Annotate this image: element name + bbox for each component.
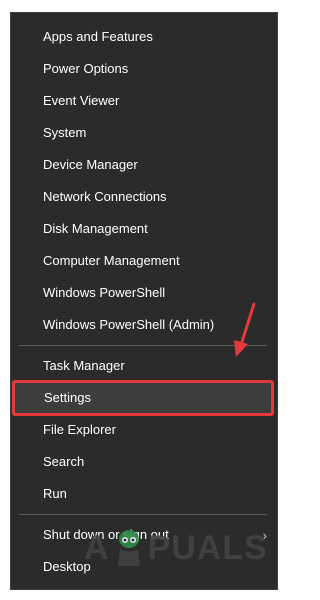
menu-item-label: Computer Management	[43, 253, 180, 268]
menu-item-windows-powershell-admin[interactable]: Windows PowerShell (Admin)	[11, 309, 277, 341]
menu-item-label: Power Options	[43, 61, 129, 76]
menu-item-label: Network Connections	[43, 189, 167, 204]
menu-item-file-explorer[interactable]: File Explorer	[11, 414, 277, 446]
menu-item-label: Disk Management	[43, 221, 148, 236]
menu-item-event-viewer[interactable]: Event Viewer	[11, 85, 277, 117]
menu-item-label: Run	[43, 486, 67, 501]
menu-item-label: Device Manager	[43, 157, 138, 172]
menu-item-label: Windows PowerShell	[43, 285, 166, 300]
menu-separator	[19, 345, 267, 346]
watermark-mascot-icon	[117, 530, 140, 566]
menu-item-run[interactable]: Run	[11, 478, 277, 510]
menu-item-label: Windows PowerShell (Admin)	[43, 317, 215, 332]
menu-item-apps-and-features[interactable]: Apps and Features	[11, 21, 277, 53]
watermark-text-left: A	[84, 529, 110, 567]
menu-item-power-options[interactable]: Power Options	[11, 53, 277, 85]
watermark-text-right: PUALS	[147, 529, 268, 567]
menu-item-search[interactable]: Search	[11, 446, 277, 478]
menu-item-settings[interactable]: Settings	[12, 380, 274, 416]
menu-item-windows-powershell[interactable]: Windows PowerShell	[11, 277, 277, 309]
menu-item-label: Search	[43, 454, 85, 469]
menu-item-task-manager[interactable]: Task Manager	[11, 350, 277, 382]
menu-item-label: Task Manager	[43, 358, 125, 373]
menu-item-computer-management[interactable]: Computer Management	[11, 245, 277, 277]
menu-item-network-connections[interactable]: Network Connections	[11, 181, 277, 213]
appuals-watermark: A PUALS	[84, 526, 268, 570]
screenshot-canvas: Apps and Features Power Options Event Vi…	[0, 0, 285, 600]
menu-item-label: Event Viewer	[43, 93, 120, 108]
menu-item-device-manager[interactable]: Device Manager	[11, 149, 277, 181]
menu-item-system[interactable]: System	[11, 117, 277, 149]
menu-item-label: System	[43, 125, 87, 140]
winx-context-menu: Apps and Features Power Options Event Vi…	[10, 12, 278, 590]
menu-separator	[19, 514, 267, 515]
menu-item-label: File Explorer	[43, 422, 116, 437]
menu-item-label: Settings	[44, 390, 91, 405]
menu-item-disk-management[interactable]: Disk Management	[11, 213, 277, 245]
menu-item-label: Apps and Features	[43, 29, 153, 44]
